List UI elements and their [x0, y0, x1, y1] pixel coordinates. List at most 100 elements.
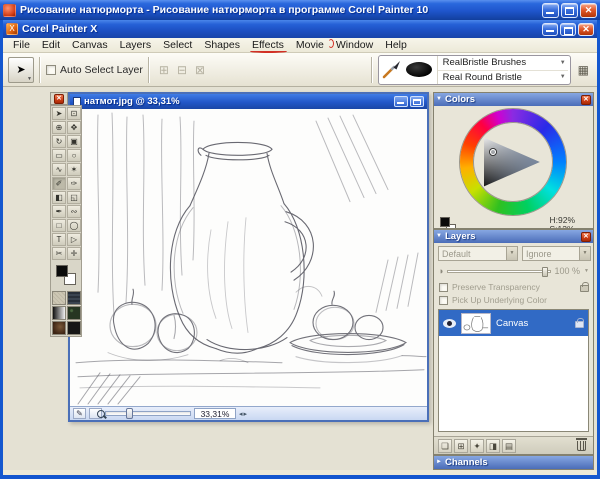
new-group-button[interactable]: ⊞ [454, 439, 468, 453]
app-close-button[interactable]: ✕ [578, 23, 594, 36]
collapse-layers-button[interactable]: ⊠ [191, 63, 209, 77]
hue-ring[interactable] [460, 109, 566, 215]
zoom-slider[interactable] [105, 411, 191, 416]
look-selector[interactable] [52, 321, 66, 335]
menu-select[interactable]: Select [157, 38, 198, 52]
gradient-selector[interactable] [52, 306, 66, 320]
tool-magnifier-button[interactable]: ⊕ [52, 121, 66, 134]
pattern-selector[interactable] [67, 291, 81, 305]
zoom-stepper[interactable]: ◂▸ [239, 410, 248, 418]
tool-rect-shape-button[interactable]: □ [52, 219, 66, 232]
pick-up-underlying-checkbox[interactable] [439, 296, 448, 305]
tool-oval-select-button[interactable]: ○ [67, 149, 81, 162]
delete-layer-button[interactable] [577, 441, 586, 451]
brush-tracking-button[interactable]: ✎ [73, 408, 86, 419]
tool-scissors-button[interactable]: ✂ [52, 247, 66, 260]
opacity-slider-thumb[interactable] [542, 267, 548, 277]
screen: Рисование натюрморта - Рисование натюрмо… [0, 0, 600, 479]
new-layer-button[interactable]: ❏ [438, 439, 452, 453]
tool-grabber-button[interactable]: ✥ [67, 121, 81, 134]
menu-layers[interactable]: Layers [114, 38, 158, 52]
tool-brush-button[interactable]: ✐ [52, 177, 66, 190]
tool-lasso-button[interactable]: ∿ [52, 163, 66, 176]
zoom-tool-button[interactable] [89, 408, 102, 419]
tool-dropper-button[interactable]: ✑ [67, 177, 81, 190]
document-minimize-button[interactable] [394, 96, 408, 107]
new-watercolor-layer-button[interactable]: ✦ [470, 439, 484, 453]
outer-close-button[interactable]: ✕ [580, 3, 597, 18]
new-layer-mask-button[interactable]: ▤ [502, 439, 516, 453]
menu-canvas[interactable]: Canvas [66, 38, 114, 52]
tool-crop-button[interactable]: ▣ [67, 135, 81, 148]
opacity-slider[interactable] [447, 270, 550, 273]
preserve-transparency-checkbox[interactable] [439, 283, 448, 292]
group-layers-button[interactable]: ⊞ [155, 63, 173, 77]
zoom-slider-thumb[interactable] [126, 408, 133, 419]
visibility-eye-icon[interactable] [443, 319, 456, 328]
tool-shape-selection-button[interactable]: ▷ [67, 233, 81, 246]
tool-text-button[interactable]: T [52, 233, 66, 246]
tool-pen-button[interactable]: ✒ [52, 205, 66, 218]
brush-category-dropdown[interactable]: RealBristle Brushes ▼ [438, 56, 568, 70]
tool-rect-select-button[interactable]: ▭ [52, 149, 66, 162]
zoom-value-field[interactable]: 33,31% [194, 408, 236, 419]
outer-maximize-button[interactable] [561, 3, 578, 18]
tool-oval-shape-button[interactable]: ◯ [67, 219, 81, 232]
tool-eraser-button[interactable]: ◱ [67, 191, 81, 204]
toolbox-header: ✕ [50, 92, 68, 105]
brush-tool-icon[interactable] [381, 60, 401, 80]
main-color-swatch[interactable] [440, 217, 450, 227]
app-titlebar[interactable]: X Corel Painter X ✕ [3, 20, 597, 38]
outer-window-titlebar[interactable]: Рисование натюрморта - Рисование натюрмо… [0, 0, 600, 20]
ungroup-layers-button[interactable]: ⊟ [173, 63, 191, 77]
colors-panel-title: Colors [445, 94, 578, 105]
channels-panel-header[interactable]: ► Channels [434, 456, 593, 469]
paper-selector[interactable] [52, 291, 66, 305]
nozzle-selector[interactable] [67, 306, 81, 320]
tool-add-point-button[interactable]: ✛ [67, 247, 81, 260]
brush-variant-dropdown[interactable]: Real Round Bristle ▼ [438, 70, 568, 84]
brush-category-label: RealBristle Brushes [443, 57, 560, 68]
group-icon: ⊞ [159, 63, 169, 77]
color-marker[interactable] [490, 149, 496, 155]
layers-panel-body: Default ▼ Ignore ▼ ◑ 100 % ▼ [434, 243, 593, 454]
outer-minimize-button[interactable] [542, 3, 559, 18]
composite-method-dropdown[interactable]: Default ▼ [438, 246, 518, 261]
tool-layer-adjuster-button[interactable]: ➤ [52, 107, 66, 120]
brush-dab-preview[interactable] [406, 62, 432, 77]
layers-panel-header[interactable]: ▼ Layers ✕ [434, 230, 593, 243]
tool-rotate-page-button[interactable]: ↻ [52, 135, 66, 148]
menu-movie[interactable]: Movie [290, 38, 330, 52]
menu-help[interactable]: Help [379, 38, 413, 52]
layers-panel-close-button[interactable]: ✕ [581, 232, 591, 242]
document-restore-button[interactable] [410, 96, 424, 107]
auto-select-layer-checkbox[interactable] [46, 65, 56, 75]
toolbox-close-button[interactable]: ✕ [54, 94, 64, 104]
app-maximize-button[interactable] [560, 23, 576, 36]
app-minimize-button[interactable] [542, 23, 558, 36]
composite-depth-dropdown[interactable]: Ignore ▼ [522, 246, 591, 261]
menu-label: Select [163, 39, 192, 51]
colors-panel-close-button[interactable]: ✕ [581, 95, 591, 105]
menu-edit[interactable]: Edit [36, 38, 66, 52]
tool-magic-wand-button[interactable]: ✶ [67, 163, 81, 176]
tool-quick-curve-button[interactable]: ∾ [67, 205, 81, 218]
brush-library-button[interactable]: ▦ [575, 61, 592, 79]
new-liquid-ink-layer-button[interactable]: ◨ [486, 439, 500, 453]
current-tool-button[interactable]: ➤ ▼ [8, 57, 34, 83]
layer-row-canvas[interactable]: Canvas [439, 310, 588, 336]
tool-paint-bucket-button[interactable]: ◧ [52, 191, 66, 204]
tool-transform-button[interactable]: ⊡ [67, 107, 81, 120]
colors-panel-header[interactable]: ▼ Colors ✕ [434, 93, 593, 106]
document-titlebar[interactable]: натмот.jpg @ 33,31% [70, 94, 427, 109]
canvas[interactable] [70, 109, 427, 406]
weave-selector[interactable] [67, 321, 81, 335]
menu-file[interactable]: File [7, 38, 36, 52]
menu-shapes[interactable]: Shapes [198, 38, 246, 52]
main-color-swatch[interactable] [56, 265, 68, 277]
menu-window[interactable]: Window [330, 38, 379, 52]
app-icon: X [6, 23, 18, 35]
menu-effects[interactable]: Effects [246, 38, 290, 52]
channels-panel: ► Channels [433, 455, 594, 470]
minimize-icon [546, 12, 554, 14]
